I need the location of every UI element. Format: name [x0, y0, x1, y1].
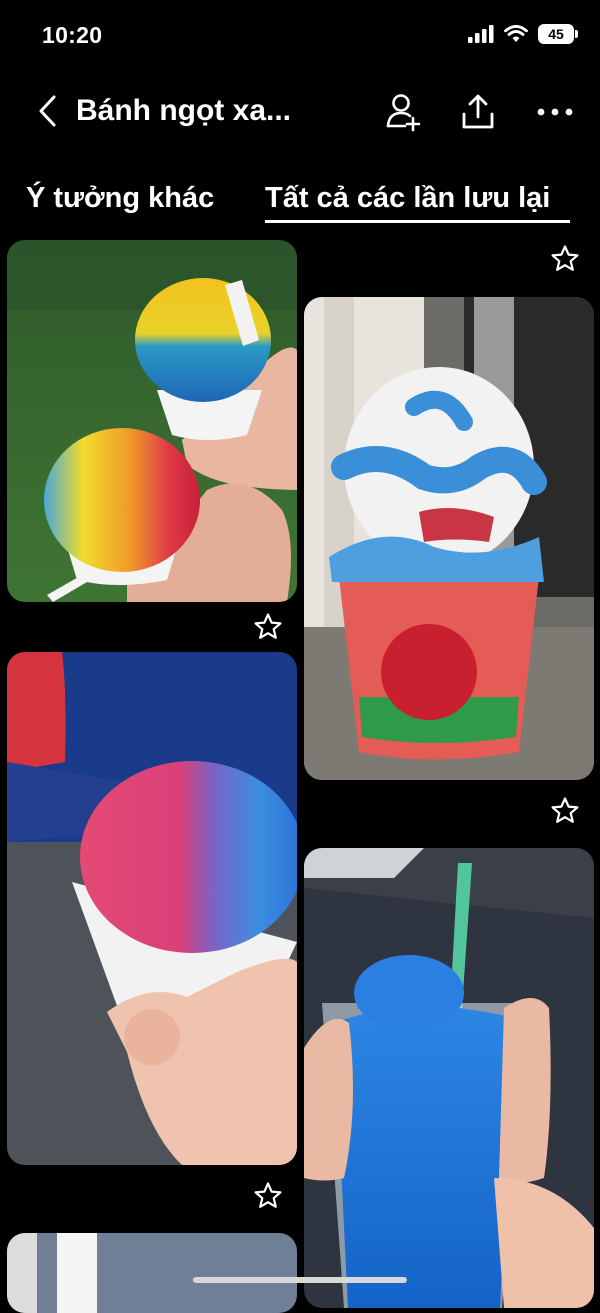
- status-bar: 10:20 45: [0, 0, 600, 70]
- blue-slushie-pin[interactable]: [304, 848, 594, 1308]
- tab-all-saves[interactable]: Tất cả các lần lưu lại: [265, 182, 550, 215]
- share-icon[interactable]: [458, 92, 498, 132]
- battery-icon: 45: [538, 24, 578, 44]
- home-indicator[interactable]: [193, 1277, 407, 1283]
- board-title: Bánh ngọt xa...: [76, 94, 292, 127]
- partial-pin-image: [7, 1233, 297, 1313]
- selected-tab-underline: [265, 220, 570, 223]
- add-collaborator-icon[interactable]: [383, 92, 423, 132]
- star-icon[interactable]: [550, 244, 580, 274]
- tab-more-ideas[interactable]: Ý tưởng khác: [26, 182, 214, 215]
- blue-red-shave-ice-pin[interactable]: [7, 652, 297, 1165]
- partial-pin[interactable]: [7, 1233, 297, 1313]
- rosati-ice-cup-pin[interactable]: [304, 297, 594, 780]
- more-icon[interactable]: [535, 92, 575, 132]
- back-icon[interactable]: [34, 94, 62, 128]
- star-icon[interactable]: [550, 796, 580, 826]
- rainbow-shave-ice-image: [7, 240, 297, 602]
- board-header: Bánh ngọt xa...: [0, 80, 600, 144]
- blue-red-shave-ice-image: [7, 652, 297, 1165]
- status-time: 10:20: [42, 22, 103, 48]
- star-icon[interactable]: [253, 612, 283, 642]
- status-icons: 45: [468, 24, 578, 44]
- rosati-ice-cup-image: [304, 297, 594, 780]
- star-icon[interactable]: [253, 1181, 283, 1211]
- rainbow-shave-ice-pin[interactable]: [7, 240, 297, 602]
- wifi-icon: [504, 25, 528, 42]
- signal-icon: [468, 25, 494, 43]
- blue-slushie-image: [304, 848, 594, 1308]
- board-tabs: Ý tưởng khác Tất cả các lần lưu lại: [0, 170, 600, 230]
